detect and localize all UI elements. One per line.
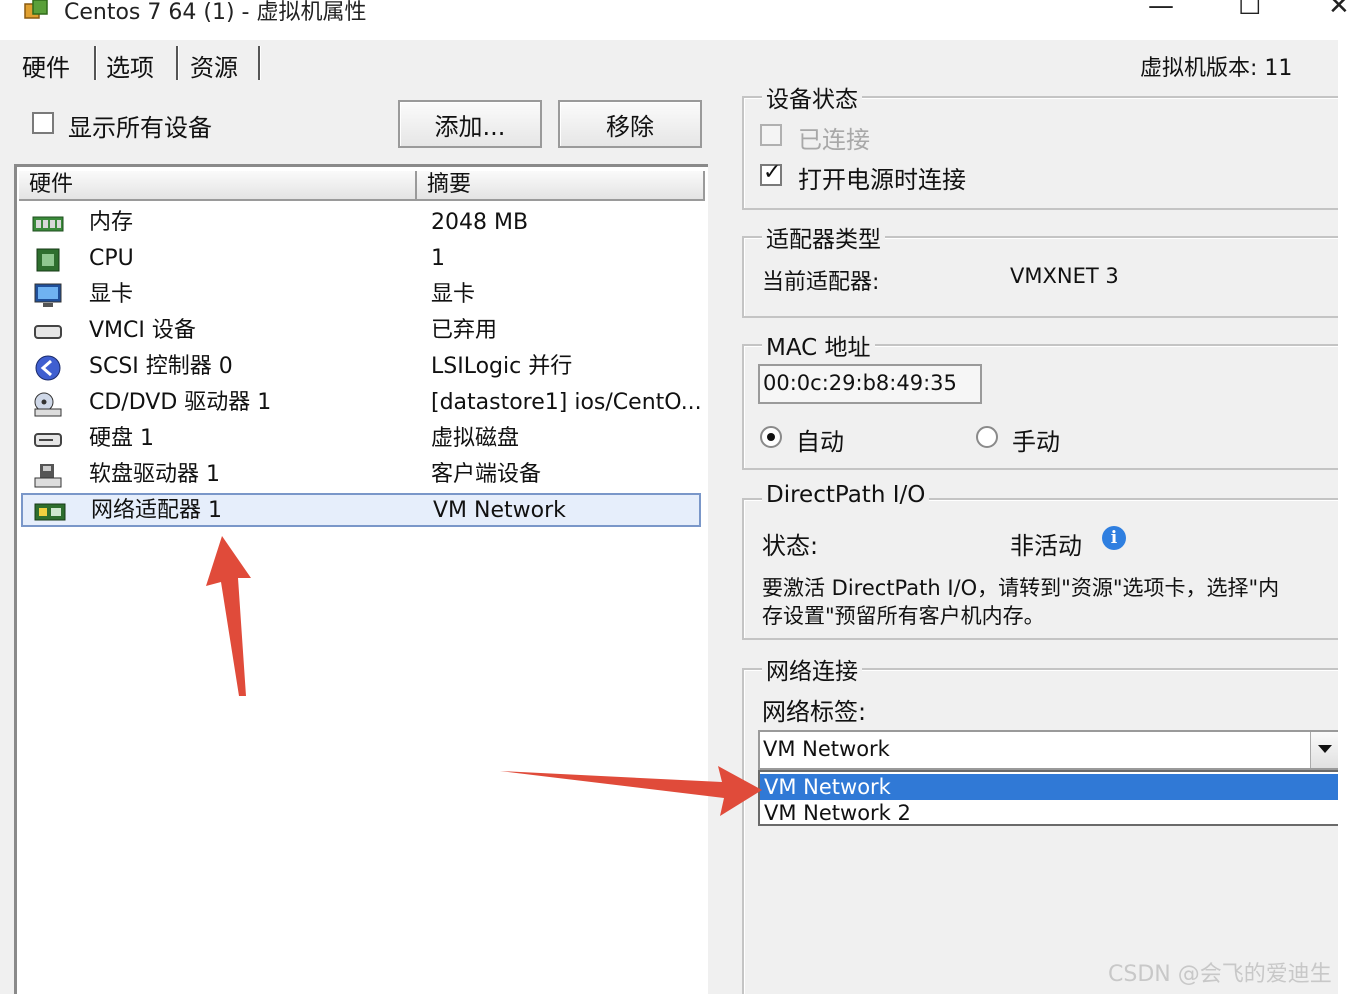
mac-manual-radio[interactable] <box>976 426 998 448</box>
tab-hardware[interactable]: 硬件 <box>14 44 78 82</box>
floppy-icon <box>34 464 62 488</box>
window-edge <box>1338 40 1372 994</box>
group-title: 网络连接 <box>762 652 862 686</box>
check-mark-icon: ✓ <box>763 160 782 185</box>
hardware-row-vmci[interactable]: VMCI 设备 已弃用 <box>21 315 701 349</box>
mac-auto-radio[interactable] <box>760 426 782 448</box>
connect-at-power-on-checkbox[interactable]: ✓ <box>760 160 782 186</box>
hardware-row-cd-dvd[interactable]: CD/DVD 驱动器 1 [datastore1] ios/CentO... <box>21 387 702 421</box>
network-label-caption: 网络标签: <box>762 698 867 726</box>
group-title: MAC 地址 <box>762 328 875 362</box>
group-title: 适配器类型 <box>762 220 885 254</box>
tab-resources[interactable]: 资源 <box>182 44 246 82</box>
hardware-name: 显卡 <box>89 282 134 307</box>
hardware-summary: 1 <box>431 246 445 271</box>
hardware-summary: 客户端设备 <box>431 462 542 487</box>
mac-address-field[interactable]: 00:0c:29:b8:49:35 <box>758 364 982 404</box>
hardware-summary: 显卡 <box>431 282 476 307</box>
hardware-name: 硬盘 1 <box>89 426 154 451</box>
tab-separator <box>176 46 178 80</box>
group-title: DirectPath I/O <box>762 482 930 508</box>
hardware-row-network-adapter[interactable]: 网络适配器 1 VM Network <box>21 493 701 527</box>
tab-separator <box>258 46 260 80</box>
hardware-row-video-card[interactable]: 显卡 显卡 <box>21 279 701 313</box>
chevron-down-icon <box>1318 745 1332 753</box>
hardware-table: 硬件 摘要 内存 2048 MB CPU 1 显卡 显卡 VMCI 设备 已弃用… <box>14 164 708 994</box>
network-adapter-icon <box>34 503 66 521</box>
dropdown-option[interactable]: VM Network <box>760 774 1338 800</box>
title-bar: Centos 7 64 (1) - 虚拟机属性 — ☐ ✕ <box>0 0 1372 28</box>
hardware-summary: [datastore1] ios/CentO... <box>431 390 702 415</box>
group-title: 设备状态 <box>762 80 862 114</box>
scsi-icon <box>35 355 61 381</box>
connect-at-power-on-label: 打开电源时连接 <box>798 166 966 194</box>
cdrom-icon <box>34 392 62 417</box>
show-all-devices-checkbox[interactable] <box>32 112 54 134</box>
info-icon[interactable]: i <box>1102 526 1126 550</box>
radio-selected-dot <box>767 433 775 441</box>
remove-device-button[interactable]: 移除 <box>558 100 702 148</box>
network-label-select[interactable]: VM Network <box>758 730 1338 770</box>
hardware-row-hard-disk[interactable]: 硬盘 1 虚拟磁盘 <box>21 423 701 457</box>
hardware-summary: 虚拟磁盘 <box>431 426 520 451</box>
hardware-name: CD/DVD 驱动器 1 <box>89 390 272 415</box>
hardware-row-cpu[interactable]: CPU 1 <box>21 243 701 277</box>
vm-properties-icon <box>24 0 48 19</box>
minimize-button[interactable]: — <box>1148 0 1174 20</box>
hardware-summary: 已弃用 <box>431 318 498 343</box>
directpath-note-line2: 存设置"预留所有客户机内存。 <box>762 604 1045 628</box>
show-all-devices-label: 显示所有设备 <box>68 114 212 142</box>
connected-label: 已连接 <box>798 126 870 154</box>
close-button[interactable]: ✕ <box>1328 0 1350 20</box>
column-header-summary[interactable]: 摘要 <box>417 171 705 201</box>
mac-auto-label: 自动 <box>796 428 844 456</box>
add-device-button[interactable]: 添加... <box>398 100 542 148</box>
watermark: CSDN @会飞的爱迪生 <box>1108 962 1332 987</box>
hardware-row-memory[interactable]: 内存 2048 MB <box>21 207 701 241</box>
hardware-name: 网络适配器 1 <box>91 498 222 523</box>
directpath-status-label: 状态: <box>762 532 819 560</box>
hardware-summary: 2048 MB <box>431 210 529 235</box>
current-adapter-label: 当前适配器: <box>762 270 880 295</box>
memory-icon <box>32 216 64 232</box>
window-title: Centos 7 64 (1) - 虚拟机属性 <box>64 0 367 25</box>
vmci-icon <box>34 325 62 339</box>
mac-manual-label: 手动 <box>1012 428 1060 456</box>
hardware-name: VMCI 设备 <box>89 318 196 343</box>
hardware-row-floppy[interactable]: 软盘驱动器 1 客户端设备 <box>21 459 701 493</box>
hardware-row-scsi-controller[interactable]: SCSI 控制器 0 LSILogic 并行 <box>21 351 701 385</box>
hardware-summary: LSILogic 并行 <box>431 354 573 379</box>
column-header-hardware[interactable]: 硬件 <box>19 171 417 201</box>
hardware-name: CPU <box>89 246 134 271</box>
hardware-name: 内存 <box>89 210 134 235</box>
network-dropdown-list: VM Network VM Network 2 <box>758 770 1338 826</box>
tab-options[interactable]: 选项 <box>98 44 162 82</box>
hardware-name: SCSI 控制器 0 <box>89 354 233 379</box>
cpu-icon <box>36 248 60 272</box>
directpath-status-value: 非活动 <box>1010 532 1082 560</box>
maximize-button[interactable]: ☐ <box>1238 0 1261 20</box>
tab-separator <box>94 46 96 80</box>
vm-version-label: 虚拟机版本: 11 <box>1140 56 1293 81</box>
connected-checkbox[interactable] <box>760 124 782 146</box>
hardware-summary: VM Network <box>433 498 566 523</box>
current-adapter-value: VMXNET 3 <box>1010 264 1119 288</box>
directpath-note-line1: 要激活 DirectPath I/O，请转到"资源"选项卡，选择"内 <box>762 576 1280 600</box>
dropdown-button[interactable] <box>1310 732 1338 768</box>
dropdown-option[interactable]: VM Network 2 <box>760 800 1338 826</box>
hardware-name: 软盘驱动器 1 <box>89 462 220 487</box>
display-icon <box>34 283 62 307</box>
disk-icon <box>34 433 62 447</box>
